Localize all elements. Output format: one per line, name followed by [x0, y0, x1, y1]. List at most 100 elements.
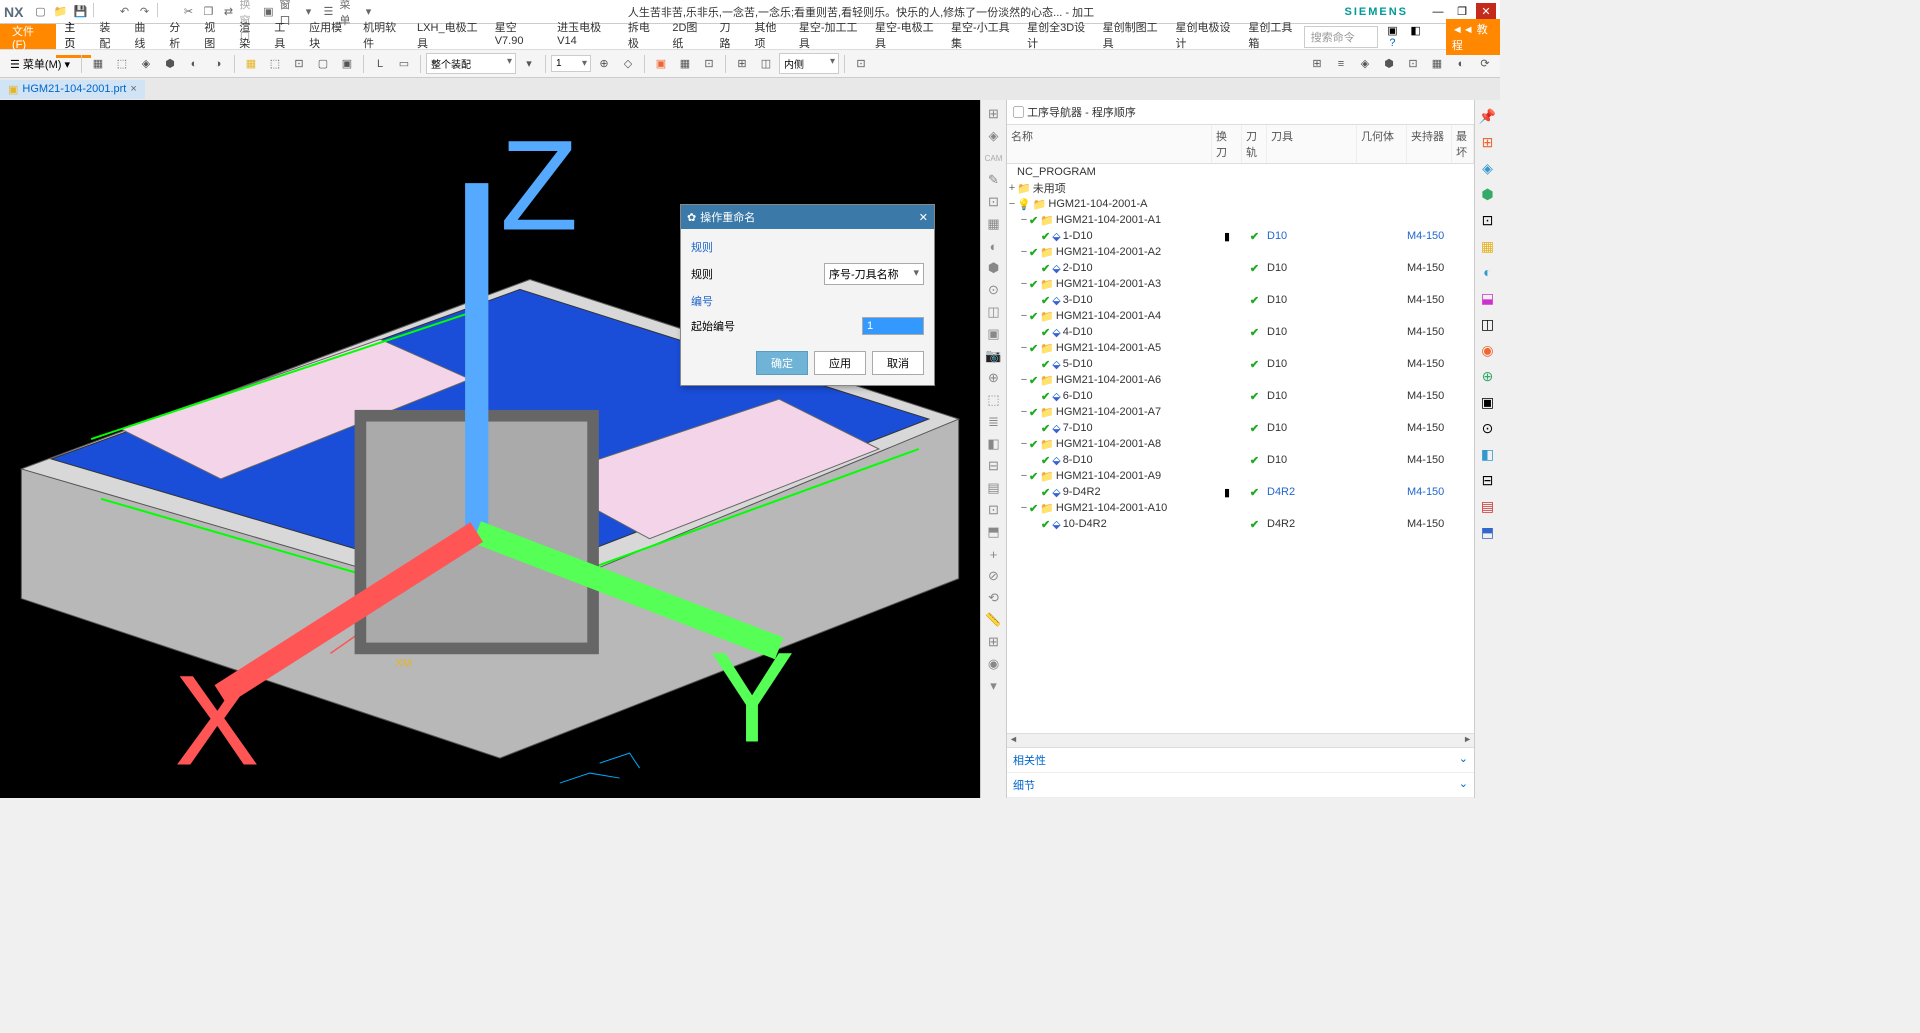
related-section[interactable]: 相关性⌄ — [1007, 748, 1474, 773]
tutorial-button[interactable]: ◄◄ 教程 — [1446, 19, 1500, 55]
assembly-combo[interactable]: 整个装配 — [426, 53, 516, 74]
tree-row[interactable]: ✔⬙2-D10✔D10M4-150 — [1007, 260, 1474, 276]
tb-icon-8[interactable]: ⬚ — [264, 53, 286, 75]
col-hd[interactable]: 换刀 — [1212, 125, 1242, 163]
res-ico-11[interactable]: ▣ — [1478, 392, 1498, 412]
res-ico-14[interactable]: ⊟ — [1478, 470, 1498, 490]
tree-row[interactable]: ✔⬙7-D10✔D10M4-150 — [1007, 420, 1474, 436]
tb-r-8[interactable]: ⟳ — [1474, 53, 1496, 75]
ribbon-tab-9[interactable]: LXH_电极工具 — [409, 15, 487, 55]
res-ico-3[interactable]: ⬢ — [1478, 184, 1498, 204]
tb-r-7[interactable]: ◐ — [1450, 53, 1472, 75]
res-ico-1[interactable]: ⊞ — [1478, 132, 1498, 152]
tree-row[interactable]: −✔📁HGM21-104-2001-A9 — [1007, 468, 1474, 484]
tb-icon-20[interactable]: ⊞ — [731, 53, 753, 75]
ribbon-icon-2[interactable]: ◧ — [1406, 24, 1426, 37]
ribbon-tab-19[interactable]: 星创全3D设计 — [1019, 15, 1095, 55]
start-number-input[interactable] — [862, 317, 924, 335]
3d-viewport[interactable]: ZC YC XC Z ZM YM XM Z Y X — [0, 100, 980, 798]
ribbon-tab-18[interactable]: 星空-小工具集 — [943, 15, 1019, 55]
tree-row[interactable]: −💡📁HGM21-104-2001-A — [1007, 196, 1474, 212]
tb-icon-5[interactable]: ◐ — [183, 53, 205, 75]
ribbon-tab-20[interactable]: 星创制图工具 — [1095, 15, 1168, 55]
tb-icon-1[interactable]: ▦ — [87, 53, 109, 75]
res-ico-15[interactable]: ▤ — [1478, 496, 1498, 516]
tb-icon-21[interactable]: ◫ — [755, 53, 777, 75]
res-ico-5[interactable]: ▦ — [1478, 236, 1498, 256]
file-menu-button[interactable]: 文件(F) — [0, 24, 56, 49]
tree-row[interactable]: ✔⬙3-D10✔D10M4-150 — [1007, 292, 1474, 308]
tree-row[interactable]: ✔⬙1-D10▮✔D10M4-150 — [1007, 228, 1474, 244]
col-hold[interactable]: 夹持器 — [1407, 125, 1452, 163]
toolbar-menu[interactable]: ☰ 菜单(M) ▾ — [4, 54, 76, 74]
tree-row[interactable]: +📁未用项 — [1007, 180, 1474, 196]
ribbon-tab-12[interactable]: 拆电极 — [620, 15, 664, 55]
ribbon-tab-2[interactable]: 曲线 — [126, 15, 161, 55]
tree-row[interactable]: −✔📁HGM21-104-2001-A7 — [1007, 404, 1474, 420]
res-ico-12[interactable]: ⊙ — [1478, 418, 1498, 438]
operation-tree[interactable]: NC_PROGRAM+📁未用项−💡📁HGM21-104-2001-A−✔📁HGM… — [1007, 164, 1474, 733]
tb-icon-2[interactable]: ⬚ — [111, 53, 133, 75]
ribbon-tab-6[interactable]: 工具 — [266, 15, 301, 55]
tree-row[interactable]: −✔📁HGM21-104-2001-A5 — [1007, 340, 1474, 356]
horizontal-scrollbar[interactable] — [1007, 733, 1474, 747]
tb-r-5[interactable]: ⊡ — [1402, 53, 1424, 75]
tb-icon-15[interactable]: ⊕ — [593, 53, 615, 75]
tree-row[interactable]: NC_PROGRAM — [1007, 164, 1474, 180]
ribbon-tab-17[interactable]: 星空-电极工具 — [867, 15, 943, 55]
detail-section[interactable]: 细节⌄ — [1007, 773, 1474, 798]
ribbon-tab-5[interactable]: 渲染 — [231, 15, 266, 55]
res-ico-7[interactable]: ⬓ — [1478, 288, 1498, 308]
ribbon-tab-14[interactable]: 刀路 — [711, 15, 746, 55]
res-ico-9[interactable]: ◉ — [1478, 340, 1498, 360]
tree-row[interactable]: −✔📁HGM21-104-2001-A1 — [1007, 212, 1474, 228]
tb-icon-10[interactable]: ▢ — [312, 53, 334, 75]
ribbon-tab-11[interactable]: 进玉电极V14 — [549, 15, 620, 51]
tree-row[interactable]: ✔⬙4-D10✔D10M4-150 — [1007, 324, 1474, 340]
ok-button[interactable]: 确定 — [756, 351, 808, 375]
tb-r-3[interactable]: ◈ — [1354, 53, 1376, 75]
res-pin-icon[interactable]: 📌 — [1478, 106, 1498, 126]
ribbon-tab-15[interactable]: 其他项 — [746, 15, 790, 55]
tb-icon-22[interactable]: ⊡ — [850, 53, 872, 75]
rule-combo[interactable]: 序号-刀具名称 — [824, 263, 924, 285]
tree-row[interactable]: −✔📁HGM21-104-2001-A4 — [1007, 308, 1474, 324]
help-icon[interactable]: ? — [1382, 37, 1402, 49]
ribbon-tab-8[interactable]: 机明软件 — [355, 15, 409, 55]
ribbon-tab-1[interactable]: 装配 — [91, 15, 126, 55]
ribbon-tab-22[interactable]: 星创工具箱 — [1240, 15, 1303, 55]
ribbon-tab-21[interactable]: 星创电极设计 — [1168, 15, 1241, 55]
tb-r-4[interactable]: ⬢ — [1378, 53, 1400, 75]
tb-icon-4[interactable]: ⬢ — [159, 53, 181, 75]
ribbon-tab-10[interactable]: 星空 V7.90 — [487, 15, 549, 51]
ribbon-tab-16[interactable]: 星空-加工工具 — [791, 15, 867, 55]
tb-r-2[interactable]: ≡ — [1330, 53, 1352, 75]
cancel-button[interactable]: 取消 — [872, 351, 924, 375]
tb-icon-12[interactable]: L — [369, 53, 391, 75]
ribbon-tab-3[interactable]: 分析 — [161, 15, 196, 55]
res-ico-10[interactable]: ⊕ — [1478, 366, 1498, 386]
tree-row[interactable]: ✔⬙5-D10✔D10M4-150 — [1007, 356, 1474, 372]
res-ico-16[interactable]: ⬒ — [1478, 522, 1498, 542]
res-ico-2[interactable]: ◈ — [1478, 158, 1498, 178]
tree-row[interactable]: ✔⬙8-D10✔D10M4-150 — [1007, 452, 1474, 468]
tree-row[interactable]: −✔📁HGM21-104-2001-A10 — [1007, 500, 1474, 516]
tree-row[interactable]: −✔📁HGM21-104-2001-A3 — [1007, 276, 1474, 292]
ribbon-icon-1[interactable]: ▣ — [1382, 24, 1402, 37]
col-geo[interactable]: 几何体 — [1357, 125, 1407, 163]
tb-icon-11[interactable]: ▣ — [336, 53, 358, 75]
tb-icon-6[interactable]: ◑ — [207, 53, 229, 75]
tb-r-6[interactable]: ▦ — [1426, 53, 1448, 75]
tb-icon-18[interactable]: ▦ — [674, 53, 696, 75]
qat-new-icon[interactable]: ▢ — [31, 3, 49, 21]
ribbon-tab-4[interactable]: 视图 — [196, 15, 231, 55]
res-ico-13[interactable]: ◧ — [1478, 444, 1498, 464]
tb-r-1[interactable]: ⊞ — [1306, 53, 1328, 75]
tb-icon-13[interactable]: ▭ — [393, 53, 415, 75]
tb-icon-17[interactable]: ▣ — [650, 53, 672, 75]
ribbon-tab-13[interactable]: 2D图纸 — [664, 15, 711, 55]
sel-combo[interactable]: 内侧 — [779, 53, 839, 74]
tree-row[interactable]: ✔⬙10-D4R2✔D4R2M4-150 — [1007, 516, 1474, 532]
res-ico-8[interactable]: ◫ — [1478, 314, 1498, 334]
apply-button[interactable]: 应用 — [814, 351, 866, 375]
